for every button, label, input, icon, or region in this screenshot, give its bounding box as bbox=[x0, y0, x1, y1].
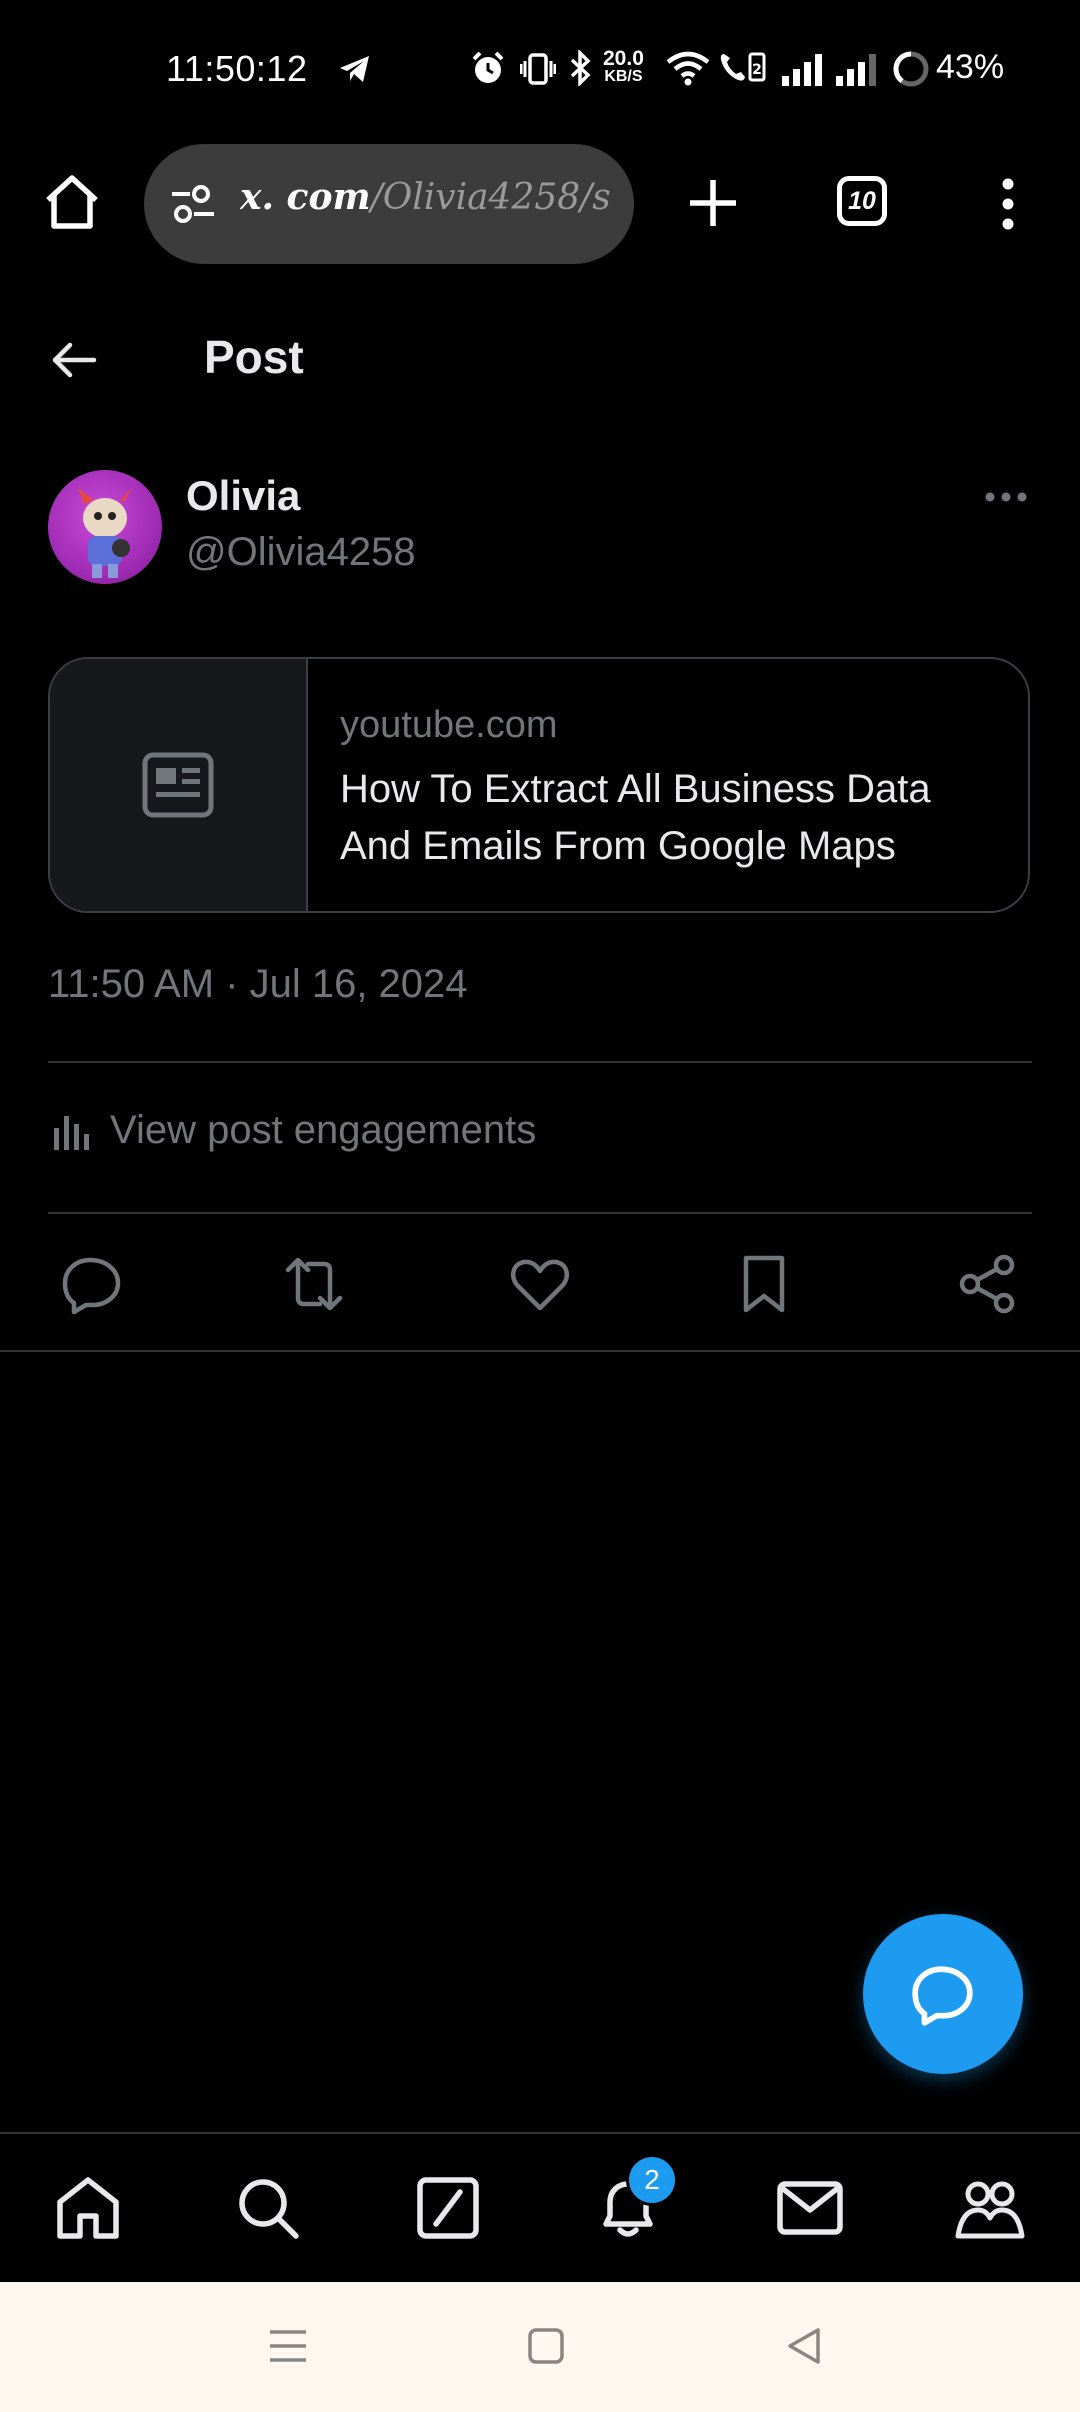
status-time: 11:50:12 bbox=[166, 48, 308, 89]
home-nav-icon[interactable] bbox=[526, 2326, 566, 2366]
divider bbox=[48, 1212, 1032, 1214]
url-bar[interactable]: x. com/Olivia4258/s bbox=[144, 144, 634, 264]
author-handle[interactable]: @Olivia4258 bbox=[186, 530, 416, 575]
communities-icon[interactable] bbox=[954, 2172, 1026, 2244]
like-icon[interactable] bbox=[508, 1252, 572, 1316]
article-icon bbox=[142, 752, 214, 818]
battery-ring-icon bbox=[893, 51, 929, 87]
recent-apps-icon[interactable] bbox=[266, 2326, 310, 2366]
home-icon[interactable] bbox=[52, 2172, 124, 2244]
author-name[interactable]: Olivia bbox=[186, 472, 300, 520]
stats-icon bbox=[54, 1115, 89, 1150]
more-horizontal-icon[interactable] bbox=[984, 490, 1028, 504]
share-icon[interactable] bbox=[956, 1252, 1020, 1316]
link-card-title: How To Extract All Business Data And Ema… bbox=[340, 767, 931, 868]
status-bar: 11:50:12 20.0 KB/S 2 43% bbox=[0, 0, 1080, 136]
avatar-image bbox=[78, 488, 132, 578]
network-speed-value: 20.0 bbox=[603, 47, 644, 70]
more-vertical-icon[interactable] bbox=[994, 176, 1022, 232]
plus-icon[interactable] bbox=[686, 176, 740, 230]
compose-reply-button[interactable] bbox=[863, 1914, 1023, 2074]
bookmark-icon[interactable] bbox=[732, 1252, 796, 1316]
url-text[interactable]: x. com/Olivia4258/s bbox=[240, 176, 620, 218]
link-card-thumbnail bbox=[50, 659, 308, 911]
search-icon[interactable] bbox=[232, 2172, 304, 2244]
view-engagements-link[interactable]: View post engagements bbox=[50, 1108, 536, 1153]
signal-icon bbox=[836, 54, 876, 86]
back-arrow-icon[interactable] bbox=[50, 340, 98, 380]
battery-level: 43% bbox=[936, 48, 1005, 86]
mail-icon[interactable] bbox=[774, 2172, 846, 2244]
bluetooth-icon bbox=[570, 50, 591, 86]
bottom-tab-bar bbox=[0, 2132, 1080, 2282]
network-speed-unit: KB/S bbox=[604, 68, 643, 85]
avatar[interactable] bbox=[48, 470, 162, 584]
wifi-icon bbox=[666, 51, 710, 86]
network-speed: 20.0 KB/S bbox=[603, 48, 644, 85]
signal-icon bbox=[782, 54, 822, 86]
reply-icon[interactable] bbox=[60, 1252, 124, 1316]
post-timestamp[interactable]: 11:50 AM · Jul 16, 2024 bbox=[48, 962, 468, 1007]
divider bbox=[48, 1061, 1032, 1063]
home-icon[interactable] bbox=[42, 172, 102, 232]
volte-icon: 2 bbox=[720, 52, 766, 82]
tab-switcher-button[interactable]: 10 bbox=[837, 176, 887, 226]
site-settings-icon[interactable] bbox=[168, 180, 218, 228]
svg-text:2: 2 bbox=[752, 62, 762, 78]
grok-icon[interactable] bbox=[412, 2172, 484, 2244]
link-card-domain: youtube.com bbox=[340, 704, 558, 746]
alarm-icon bbox=[472, 51, 504, 83]
page-title: Post bbox=[204, 331, 304, 383]
url-path: /Olivia4258/s bbox=[370, 177, 611, 218]
back-nav-icon[interactable] bbox=[784, 2326, 824, 2366]
url-host: x. com bbox=[240, 176, 371, 218]
notifications-badge: 2 bbox=[626, 2154, 678, 2206]
divider bbox=[0, 1350, 1080, 1352]
telegram-icon bbox=[340, 56, 369, 82]
system-navigation-bar bbox=[0, 2282, 1080, 2412]
compose-reply-icon bbox=[912, 1966, 973, 2026]
link-card[interactable]: youtube.com How To Extract All Business … bbox=[48, 657, 1030, 913]
repost-icon[interactable] bbox=[282, 1252, 346, 1316]
view-engagements-label: View post engagements bbox=[110, 1108, 537, 1152]
vibrate-icon bbox=[520, 53, 556, 85]
